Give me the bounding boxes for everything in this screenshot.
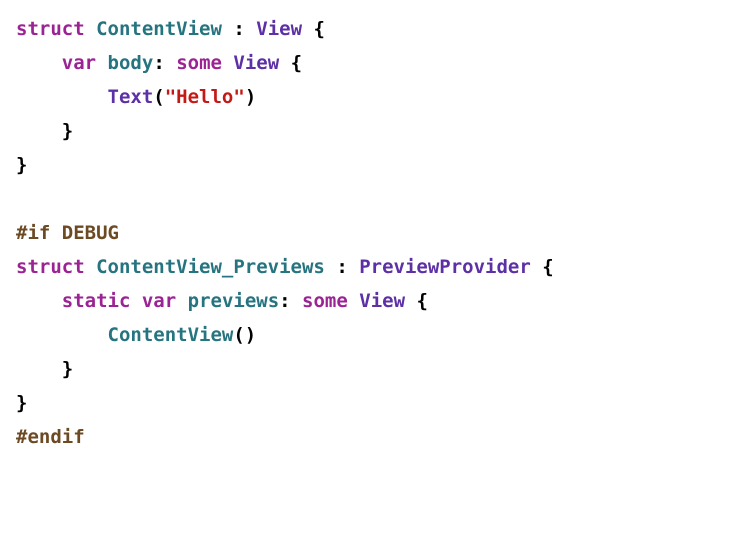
- code-token: {: [302, 18, 325, 40]
- code-token: ContentView: [108, 324, 234, 346]
- code-token: {: [531, 256, 554, 278]
- code-token: body: [108, 52, 154, 74]
- code-token: [16, 324, 108, 346]
- code-token: "Hello": [165, 86, 245, 108]
- code-token: #endif: [16, 426, 85, 448]
- code-token: :: [279, 290, 302, 312]
- code-token: {: [279, 52, 302, 74]
- code-token: var: [142, 290, 176, 312]
- code-token: [130, 290, 141, 312]
- code-token: [85, 256, 96, 278]
- code-token: [348, 290, 359, 312]
- code-token: ContentView_Previews: [96, 256, 325, 278]
- code-token: struct: [16, 256, 85, 278]
- code-token: (): [233, 324, 256, 346]
- code-token: }: [16, 120, 73, 142]
- code-token: previews: [188, 290, 280, 312]
- code-token: some: [176, 52, 222, 74]
- code-token: struct: [16, 18, 85, 40]
- code-token: var: [62, 52, 96, 74]
- code-token: [222, 52, 233, 74]
- code-token: }: [16, 154, 27, 176]
- code-token: #if DEBUG: [16, 222, 119, 244]
- code-token: static: [62, 290, 131, 312]
- code-token: some: [302, 290, 348, 312]
- code-token: Text: [108, 86, 154, 108]
- code-block: struct ContentView : View { var body: so…: [0, 0, 738, 466]
- code-token: (: [153, 86, 164, 108]
- code-token: View: [233, 52, 279, 74]
- code-token: [16, 290, 62, 312]
- code-token: View: [256, 18, 302, 40]
- code-token: {: [405, 290, 428, 312]
- code-token: :: [153, 52, 176, 74]
- code-token: View: [359, 290, 405, 312]
- code-token: :: [325, 256, 359, 278]
- code-token: ): [245, 86, 256, 108]
- code-token: :: [222, 18, 256, 40]
- code-token: [176, 290, 187, 312]
- code-token: [16, 52, 62, 74]
- code-token: }: [16, 358, 73, 380]
- code-token: ContentView: [96, 18, 222, 40]
- code-token: PreviewProvider: [359, 256, 531, 278]
- code-token: [16, 86, 108, 108]
- code-token: [96, 52, 107, 74]
- code-token: [85, 18, 96, 40]
- code-token: }: [16, 392, 27, 414]
